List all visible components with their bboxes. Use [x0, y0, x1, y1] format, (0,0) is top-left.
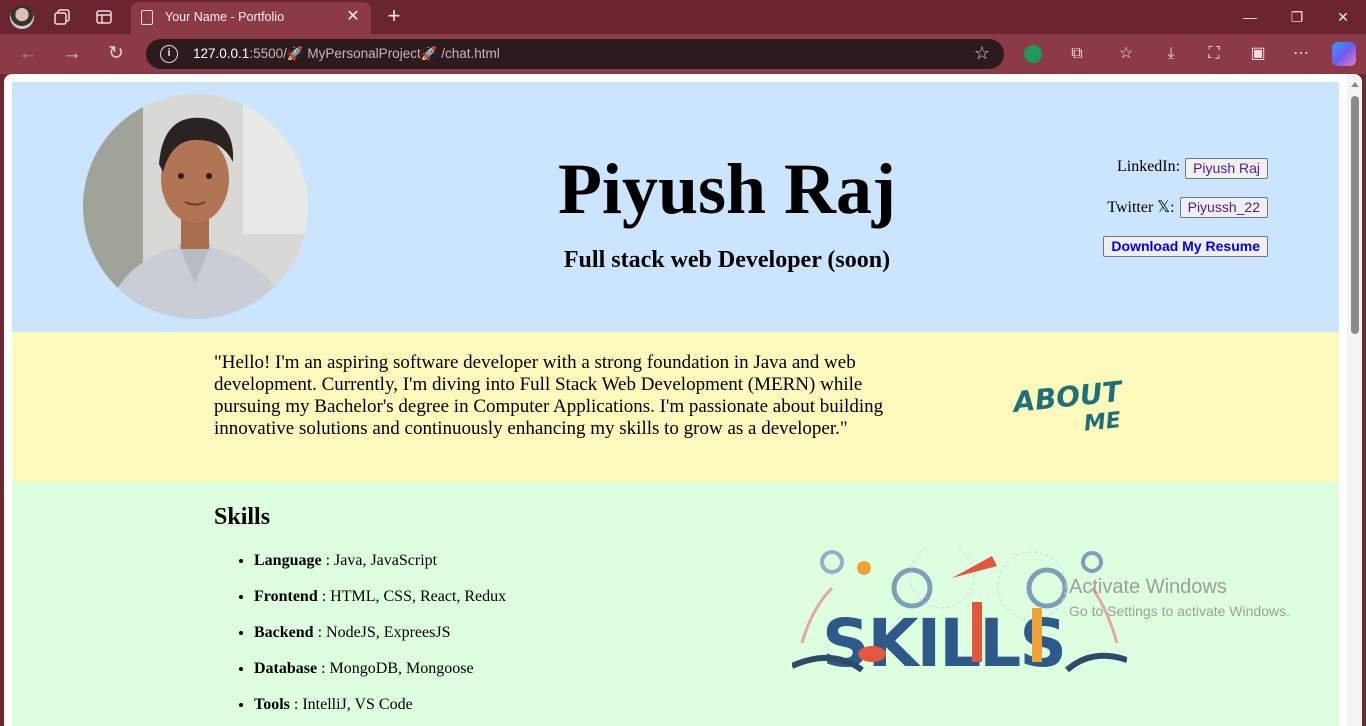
- skill-value: : IntelliJ, VS Code: [289, 696, 413, 713]
- restore-icon[interactable]: ❐: [1282, 6, 1312, 28]
- favorite-star-icon[interactable]: ☆: [974, 43, 990, 64]
- skill-item: Language : Java, JavaScript: [254, 552, 506, 588]
- skill-item: Database : MongoDB, Mongoose: [254, 660, 506, 696]
- about-image-text-2: ME: [1083, 408, 1122, 437]
- skill-item: Frontend : HTML, CSS, React, Redux: [254, 588, 506, 624]
- vertical-tabs-icon[interactable]: [93, 6, 115, 28]
- watermark-line-1: Activate Windows: [1069, 576, 1227, 598]
- skill-label: Frontend: [254, 588, 318, 605]
- tab-title: Your Name - Portfolio: [165, 10, 285, 24]
- social-links: LinkedIn: Piyush Raj Twitter 𝕏: Piyussh_…: [1103, 158, 1268, 275]
- browser-tab-bar: Your Name - Portfolio ✕ + — ❐ ✕: [0, 0, 1366, 34]
- linkedin-button[interactable]: Piyush Raj: [1185, 158, 1268, 179]
- browser-toolbar: ← → ↻ i 127.0.0.1:5500/🚀 MyPersonalProje…: [0, 34, 1366, 74]
- about-paragraph: "Hello! I'm an aspiring software develop…: [214, 352, 884, 439]
- skill-value: : HTML, CSS, React, Redux: [317, 588, 507, 605]
- downloads-icon[interactable]: ⤓: [1160, 43, 1182, 65]
- workspaces-icon[interactable]: [51, 6, 73, 28]
- gear-icon: [820, 550, 844, 574]
- linkedin-row: LinkedIn: Piyush Raj: [1103, 158, 1268, 197]
- download-resume-button[interactable]: Download My Resume: [1103, 236, 1268, 257]
- page-icon: [141, 10, 153, 25]
- page-scrollbar[interactable]: [1347, 74, 1362, 726]
- refresh-icon[interactable]: ↻: [103, 42, 129, 66]
- url-text[interactable]: 127.0.0.1:5500/🚀 MyPersonalProject🚀 /cha…: [193, 46, 500, 62]
- skill-label: Backend: [254, 624, 314, 641]
- new-tab-icon[interactable]: +: [382, 4, 406, 28]
- header-section: Piyush Raj Full stack web Developer (soo…: [12, 82, 1339, 332]
- scrollbar-thumb[interactable]: [1351, 96, 1359, 334]
- about-section: "Hello! I'm an aspiring software develop…: [12, 332, 1339, 482]
- close-tab-icon[interactable]: ✕: [343, 7, 363, 27]
- skill-label: Tools: [254, 696, 290, 713]
- windows-activation-watermark: Activate Windows Go to Settings to activ…: [1069, 576, 1290, 619]
- watermark-line-2: Go to Settings to activate Windows.: [1069, 603, 1290, 619]
- url-host: 127.0.0.1: [193, 46, 250, 61]
- address-bar[interactable]: i 127.0.0.1:5500/🚀 MyPersonalProject🚀 /c…: [146, 39, 1004, 69]
- twitter-row: Twitter 𝕏: Piyussh_22: [1103, 197, 1268, 236]
- gear-icon: [891, 567, 933, 609]
- skill-value: : MongoDB, Mongoose: [317, 660, 474, 677]
- minimize-icon[interactable]: —: [1235, 6, 1265, 28]
- resume-row: Download My Resume: [1103, 236, 1268, 275]
- skills-heading: Skills: [214, 504, 271, 530]
- skill-item: Tools : IntelliJ, VS Code: [254, 696, 506, 726]
- screenshot-icon[interactable]: ⛶: [1203, 43, 1225, 65]
- collections-icon[interactable]: ▣: [1247, 43, 1269, 65]
- scroll-up-arrow-icon[interactable]: [1351, 82, 1359, 87]
- url-path: :5500/🚀 MyPersonalProject🚀 /chat.html: [249, 46, 500, 61]
- skills-list: Language : Java, JavaScript Frontend : H…: [254, 552, 506, 726]
- skill-value: : NodeJS, ExpreesJS: [313, 624, 451, 641]
- skill-label: Database: [254, 660, 318, 677]
- about-me-image: ABOUT ME: [1010, 370, 1132, 440]
- forward-icon[interactable]: →: [59, 42, 85, 66]
- gear-icon: [1026, 567, 1068, 609]
- site-info-icon[interactable]: i: [160, 45, 178, 63]
- back-icon[interactable]: ←: [15, 42, 41, 66]
- page-viewport: Piyush Raj Full stack web Developer (soo…: [4, 74, 1362, 726]
- skill-label: Language: [254, 552, 322, 569]
- skill-value: : Java, JavaScript: [321, 552, 438, 569]
- extensions-puzzle-icon[interactable]: ⧉: [1066, 43, 1088, 65]
- rocket-icon: [952, 556, 997, 578]
- gear-icon: [1081, 551, 1103, 573]
- active-tab[interactable]: Your Name - Portfolio ✕: [131, 2, 371, 34]
- extension-grammarly-icon[interactable]: [1024, 45, 1042, 63]
- twitter-label: Twitter 𝕏:: [1107, 199, 1175, 216]
- skill-item: Backend : NodeJS, ExpreesJS: [254, 624, 506, 660]
- more-menu-icon[interactable]: ⋯: [1290, 43, 1312, 65]
- linkedin-label: LinkedIn:: [1116, 158, 1181, 175]
- portfolio-page: Piyush Raj Full stack web Developer (soo…: [12, 82, 1339, 726]
- favorites-icon[interactable]: ☆: [1115, 43, 1137, 65]
- lightbulb-icon: [857, 561, 871, 575]
- close-window-icon[interactable]: ✕: [1328, 6, 1358, 28]
- copilot-icon[interactable]: [1332, 42, 1356, 66]
- profile-avatar-icon[interactable]: [10, 5, 34, 29]
- twitter-button[interactable]: Piyussh_22: [1179, 197, 1268, 218]
